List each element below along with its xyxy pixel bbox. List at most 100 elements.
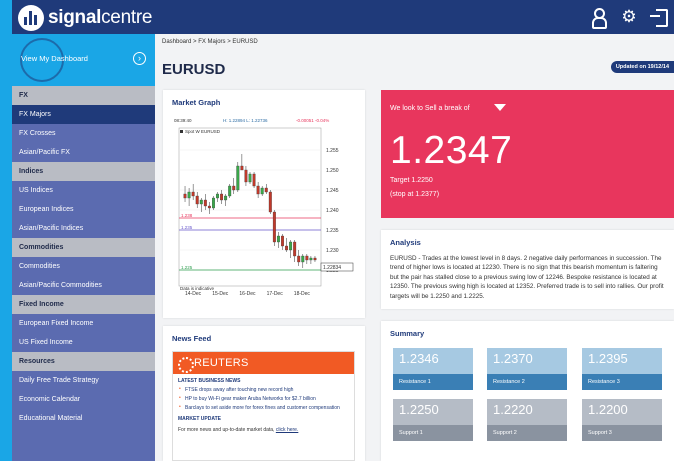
news-item[interactable]: FTSE drops away after touching new recor… <box>173 386 354 395</box>
candle-body <box>289 241 293 251</box>
candle-body <box>301 255 305 263</box>
y-tick-label: 1.235 <box>326 228 339 234</box>
market-graph-card: Market Graph 08:39:40 H: 1.22894 L: 1.22… <box>163 90 365 318</box>
news-feed-card: News Feed REUTERS LATEST BUSINESS NEWS F… <box>163 326 365 461</box>
analysis-text: EURUSD - Trades at the lowest level in 8… <box>390 255 664 300</box>
resistance-label: Resistance 2 <box>487 374 567 390</box>
logout-icon[interactable] <box>644 7 674 27</box>
candle-body <box>199 199 203 205</box>
sidebar-item-fx-crosses[interactable]: FX Crosses <box>12 124 155 143</box>
updated-badge: Updated on 19/12/14 <box>610 61 674 73</box>
sidebar-item-asian-pacific-commodities[interactable]: Asian/Pacific Commodities <box>12 276 155 295</box>
candle-body <box>220 193 224 201</box>
user-icon[interactable] <box>584 7 614 29</box>
signal-target: Target 1.2250 <box>390 177 433 184</box>
more-news-link[interactable]: click here. <box>276 427 299 433</box>
candle-body <box>240 165 244 171</box>
sidebar-item-daily-free-trade-strategy[interactable]: Daily Free Trade Strategy <box>12 371 155 390</box>
summary-title: Summary <box>390 329 425 338</box>
candle-body <box>256 185 260 195</box>
sidebar-item-asian-pacific-indices[interactable]: Asian/Pacific Indices <box>12 219 155 238</box>
level-label: 1.238 <box>181 213 193 218</box>
level-label: 1.225 <box>181 265 193 270</box>
candle-body <box>228 185 232 197</box>
left-accent-strip <box>0 0 12 461</box>
candle-body <box>224 195 228 201</box>
sidebar-section-indices: Indices <box>12 162 155 181</box>
candle-body <box>203 199 207 207</box>
resistance-label: Resistance 3 <box>582 374 662 390</box>
sidebar-item-asian-pacific-fx[interactable]: Asian/Pacific FX <box>12 143 155 162</box>
market-graph-title: Market Graph <box>172 98 221 107</box>
candle-body <box>248 173 252 183</box>
sidebar-item-fx-majors[interactable]: FX Majors <box>12 105 155 124</box>
candlestick-chart[interactable]: 08:39:40 H: 1.22894 L: 1.22736 -0.00051 … <box>171 114 357 312</box>
candle-body <box>236 165 240 191</box>
candle-body <box>293 241 297 257</box>
resistance-tile: 1.2346 Resistance 1 <box>393 348 473 390</box>
chart-price-tag: 1.22834 <box>323 265 341 271</box>
breadcrumb[interactable]: Dashboard > FX Majors > EURUSD <box>162 39 258 45</box>
candle-body <box>207 205 211 209</box>
view-dashboard-button[interactable]: View My Dashboard › <box>12 34 155 86</box>
support-label: Support 3 <box>582 425 662 441</box>
candle-body <box>260 187 264 195</box>
candle-body <box>313 257 317 261</box>
x-tick-label: 14-Dec <box>185 291 202 297</box>
gear-icon[interactable]: ⚙ <box>614 7 644 27</box>
candle-body <box>309 257 313 261</box>
support-value: 1.2200 <box>588 402 628 417</box>
sidebar-item-commodities[interactable]: Commodities <box>12 257 155 276</box>
sidebar-section-fx: FX <box>12 86 155 105</box>
support-tile: 1.2250 Support 1 <box>393 399 473 441</box>
sidebar-nav: FX FX Majors FX Crosses Asian/Pacific FX Ind… <box>12 86 155 428</box>
support-value: 1.2250 <box>399 402 439 417</box>
signal-headline: We look to Sell a break of <box>390 105 470 112</box>
x-tick-label: 17-Dec <box>267 291 284 297</box>
sell-signal-card: We look to Sell a break of 1.2347 Target… <box>381 90 674 218</box>
support-label: Support 1 <box>393 425 473 441</box>
triangle-down-icon[interactable] <box>494 104 506 111</box>
chart-legend: Spot W EURUSD <box>185 129 221 134</box>
sidebar-item-us-indices[interactable]: US Indices <box>12 181 155 200</box>
sidebar-section-commodities: Commodities <box>12 238 155 257</box>
candle-body <box>191 191 195 197</box>
candle-body <box>281 235 284 247</box>
x-tick-label: 15-Dec <box>212 291 229 297</box>
sidebar-item-economic-calendar[interactable]: Economic Calendar <box>12 390 155 409</box>
candle-body <box>268 191 272 213</box>
signal-stop: (stop at 1.2377) <box>390 191 440 198</box>
sidebar-item-educational-material[interactable]: Educational Material <box>12 409 155 428</box>
y-tick-label: 1.255 <box>326 148 339 154</box>
news-item[interactable]: HP to buy Wi-Fi gear maker Aruba Network… <box>173 395 354 404</box>
resistance-tile: 1.2370 Resistance 2 <box>487 348 567 390</box>
brand-name: signalcentre <box>48 7 153 28</box>
sidebar-section-resources: Resources <box>12 352 155 371</box>
y-tick-label: 1.230 <box>326 248 339 254</box>
reuters-header[interactable]: REUTERS <box>173 352 354 374</box>
sidebar-item-us-fixed-income[interactable]: US Fixed Income <box>12 333 155 352</box>
chart-high-low: H: 1.22894 L: 1.22736 <box>223 118 268 123</box>
x-tick-label: 18-Dec <box>294 291 311 297</box>
news-item[interactable]: Barclays to set aside more for forex fin… <box>173 404 354 413</box>
signal-price: 1.2347 <box>390 129 513 172</box>
support-tile: 1.2220 Support 2 <box>487 399 567 441</box>
analysis-title: Analysis <box>390 238 421 247</box>
candle-body <box>305 255 309 261</box>
resistance-label: Resistance 1 <box>393 374 473 390</box>
candle-body <box>297 255 301 263</box>
support-label: Support 2 <box>487 425 567 441</box>
main-content: Dashboard > FX Majors > EURUSD EURUSD Up… <box>155 34 674 461</box>
analysis-card: Analysis EURUSD - Trades at the lowest l… <box>381 230 674 309</box>
candle-body <box>244 169 248 183</box>
chart-time: 08:39:40 <box>174 118 192 123</box>
y-tick-label: 1.245 <box>326 188 339 194</box>
sidebar-section-fixed-income: Fixed Income <box>12 295 155 314</box>
resistance-value: 1.2370 <box>493 351 533 366</box>
app-logo[interactable]: signalcentre <box>18 5 152 31</box>
chart-change: -0.00051 -0.04% <box>296 118 329 123</box>
sidebar-item-european-indices[interactable]: European Indices <box>12 200 155 219</box>
sidebar-item-european-fixed-income[interactable]: European Fixed Income <box>12 314 155 333</box>
news-feed-title: News Feed <box>172 334 212 343</box>
level-label: 1.235 <box>181 225 193 230</box>
